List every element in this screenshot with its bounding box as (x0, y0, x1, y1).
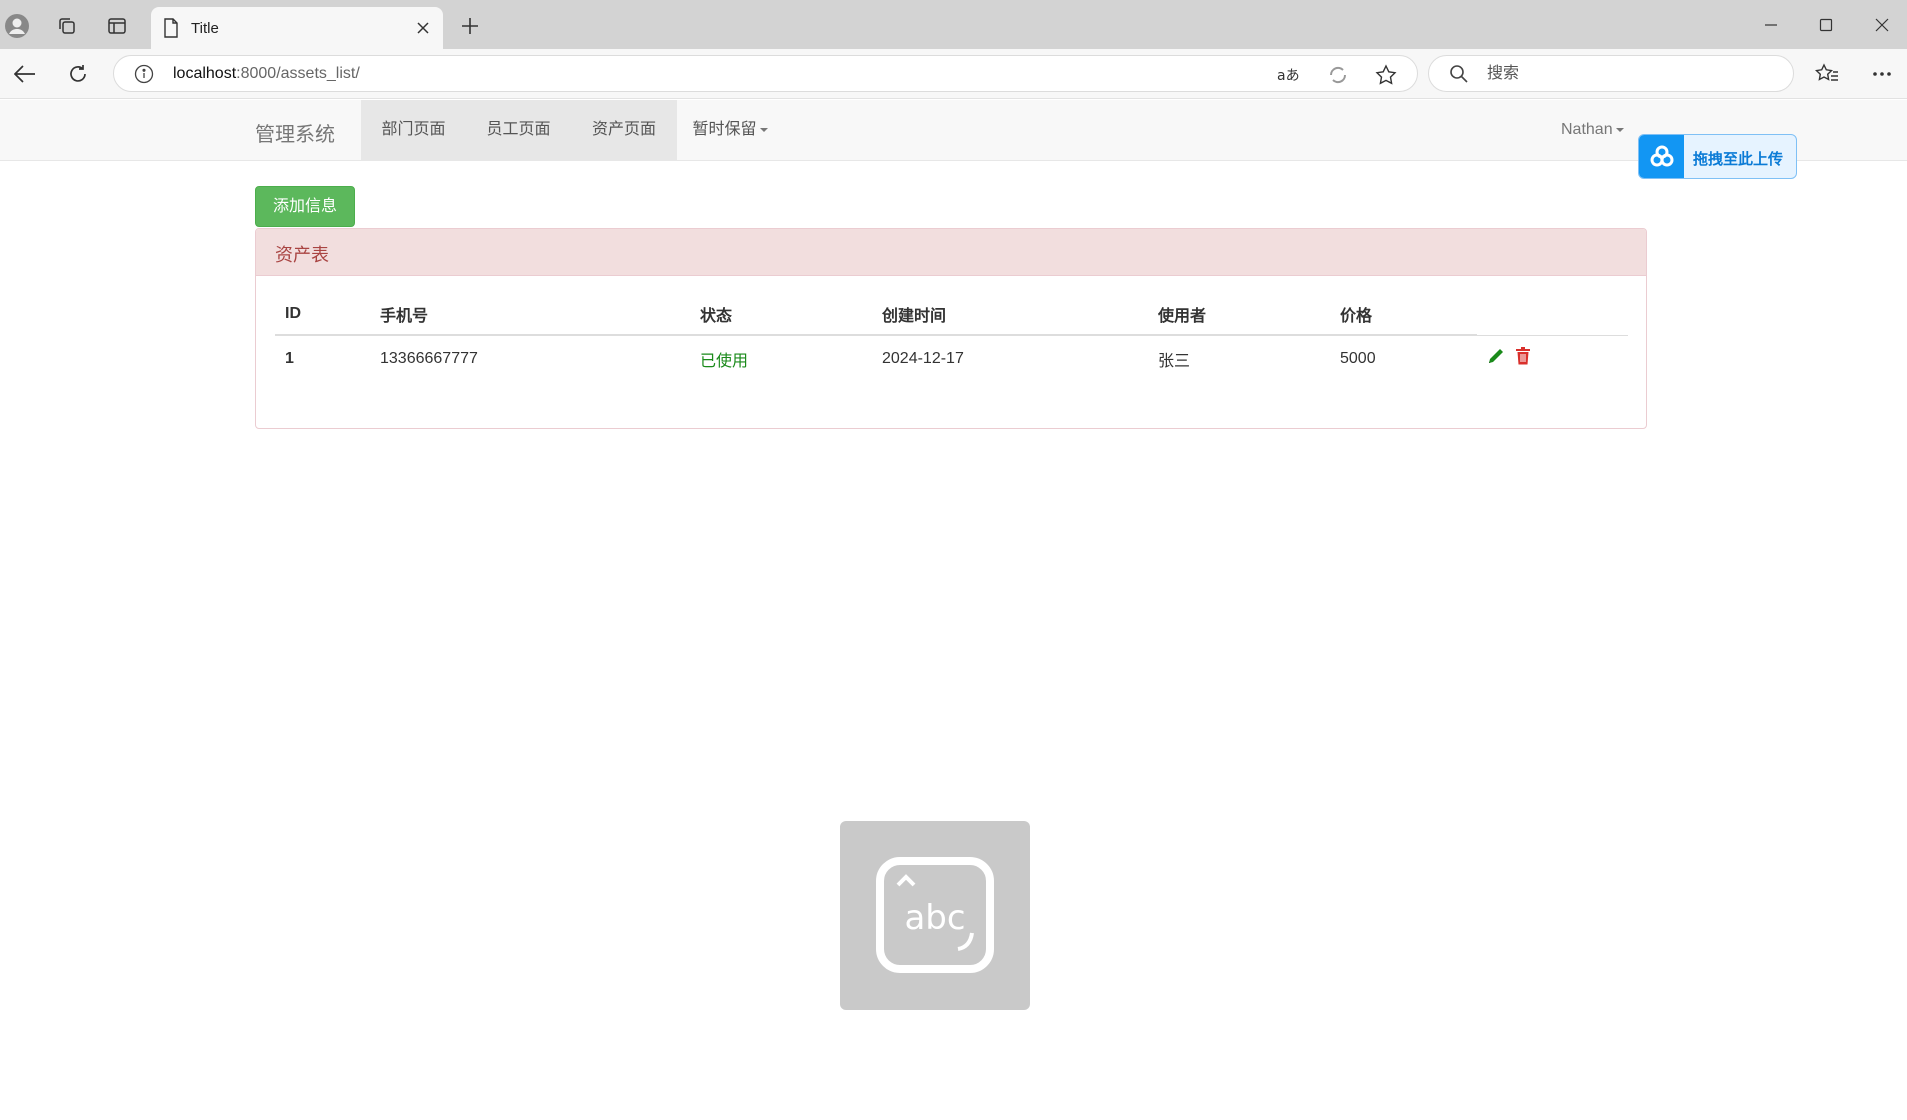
cell-actions (1477, 334, 1628, 382)
browser-toolbar: localhost:8000/assets_list/ aあ (0, 49, 1907, 99)
col-user: 使用者 (1148, 294, 1330, 336)
nav-dept[interactable]: 部门页面 (361, 100, 466, 160)
more-options-icon[interactable] (1867, 59, 1897, 89)
new-tab-icon[interactable] (455, 11, 485, 41)
browser-tabstrip: Title (0, 0, 1907, 49)
user-menu[interactable]: Nathan (1561, 100, 1624, 160)
ime-keyboard-icon: abc (840, 821, 1030, 1010)
maximize-icon[interactable] (1811, 11, 1841, 39)
close-window-icon[interactable] (1867, 11, 1897, 39)
browser-search-box[interactable] (1428, 55, 1794, 92)
svg-text:aあ: aあ (1277, 68, 1300, 84)
url-text[interactable]: localhost:8000/assets_list/ (173, 65, 360, 83)
browser-essentials-icon[interactable] (1326, 63, 1350, 87)
drag-upload-widget[interactable]: 拖拽至此上传 (1638, 134, 1797, 179)
cell-user: 张三 (1148, 334, 1330, 382)
assets-table: ID 手机号 状态 创建时间 使用者 价格 1 13366667777 已使用 … (275, 294, 1628, 382)
table-header-row: ID 手机号 状态 创建时间 使用者 价格 (275, 294, 1628, 336)
assets-panel: 资产表 ID 手机号 状态 创建时间 使用者 价格 1 13366667777 … (255, 228, 1647, 429)
col-price: 价格 (1330, 294, 1477, 336)
page-icon (163, 18, 179, 43)
brand-title[interactable]: 管理系统 (255, 118, 335, 147)
browser-tab[interactable]: Title (151, 7, 443, 49)
cloud-upload-icon (1639, 135, 1684, 178)
caret-down-icon (759, 127, 768, 132)
col-actions (1477, 294, 1628, 336)
profile-icon[interactable] (2, 11, 32, 41)
col-created: 创建时间 (872, 294, 1148, 336)
svg-text:abc: abc (904, 898, 965, 938)
site-info-icon[interactable] (134, 64, 154, 89)
nav-assets[interactable]: 资产页面 (571, 100, 677, 160)
add-info-button[interactable]: 添加信息 (255, 186, 355, 227)
cell-price: 5000 (1330, 334, 1477, 382)
vertical-tabs-icon[interactable] (102, 11, 132, 41)
panel-title: 资产表 (275, 245, 329, 265)
col-phone: 手机号 (370, 294, 690, 336)
search-input[interactable] (1487, 63, 1777, 85)
panel-heading: 资产表 (256, 229, 1646, 276)
favorite-star-icon[interactable] (1374, 63, 1398, 87)
col-id: ID (275, 294, 370, 336)
minimize-icon[interactable] (1756, 11, 1786, 39)
delete-trash-icon[interactable] (1515, 347, 1531, 370)
cell-id: 1 (275, 334, 370, 382)
user-name: Nathan (1561, 121, 1613, 138)
read-aloud-icon[interactable]: aあ (1277, 63, 1301, 87)
table-row: 1 13366667777 已使用 2024-12-17 张三 5000 (275, 334, 1628, 382)
nav-reserved-label: 暂时保留 (692, 121, 757, 138)
nav-employee[interactable]: 员工页面 (466, 100, 571, 160)
nav-reserved-dropdown[interactable]: 暂时保留 (677, 100, 783, 160)
col-status: 状态 (690, 294, 872, 336)
close-tab-icon[interactable] (413, 18, 433, 38)
back-icon[interactable] (10, 59, 40, 89)
favorites-icon[interactable] (1812, 59, 1842, 89)
upload-label: 拖拽至此上传 (1693, 151, 1784, 168)
edit-pencil-icon[interactable] (1487, 347, 1505, 370)
collections-icon[interactable] (52, 11, 82, 41)
search-icon (1449, 64, 1469, 89)
cell-created: 2024-12-17 (872, 334, 1148, 382)
cell-phone: 13366667777 (370, 334, 690, 382)
cell-status: 已使用 (690, 334, 872, 382)
site-navbar: 管理系统 部门页面 员工页面 资产页面 暂时保留 Nathan (0, 100, 1907, 161)
address-bar[interactable]: localhost:8000/assets_list/ aあ (113, 55, 1418, 92)
caret-down-icon (1615, 127, 1624, 132)
refresh-icon[interactable] (63, 59, 93, 89)
tab-title: Title (191, 20, 219, 37)
